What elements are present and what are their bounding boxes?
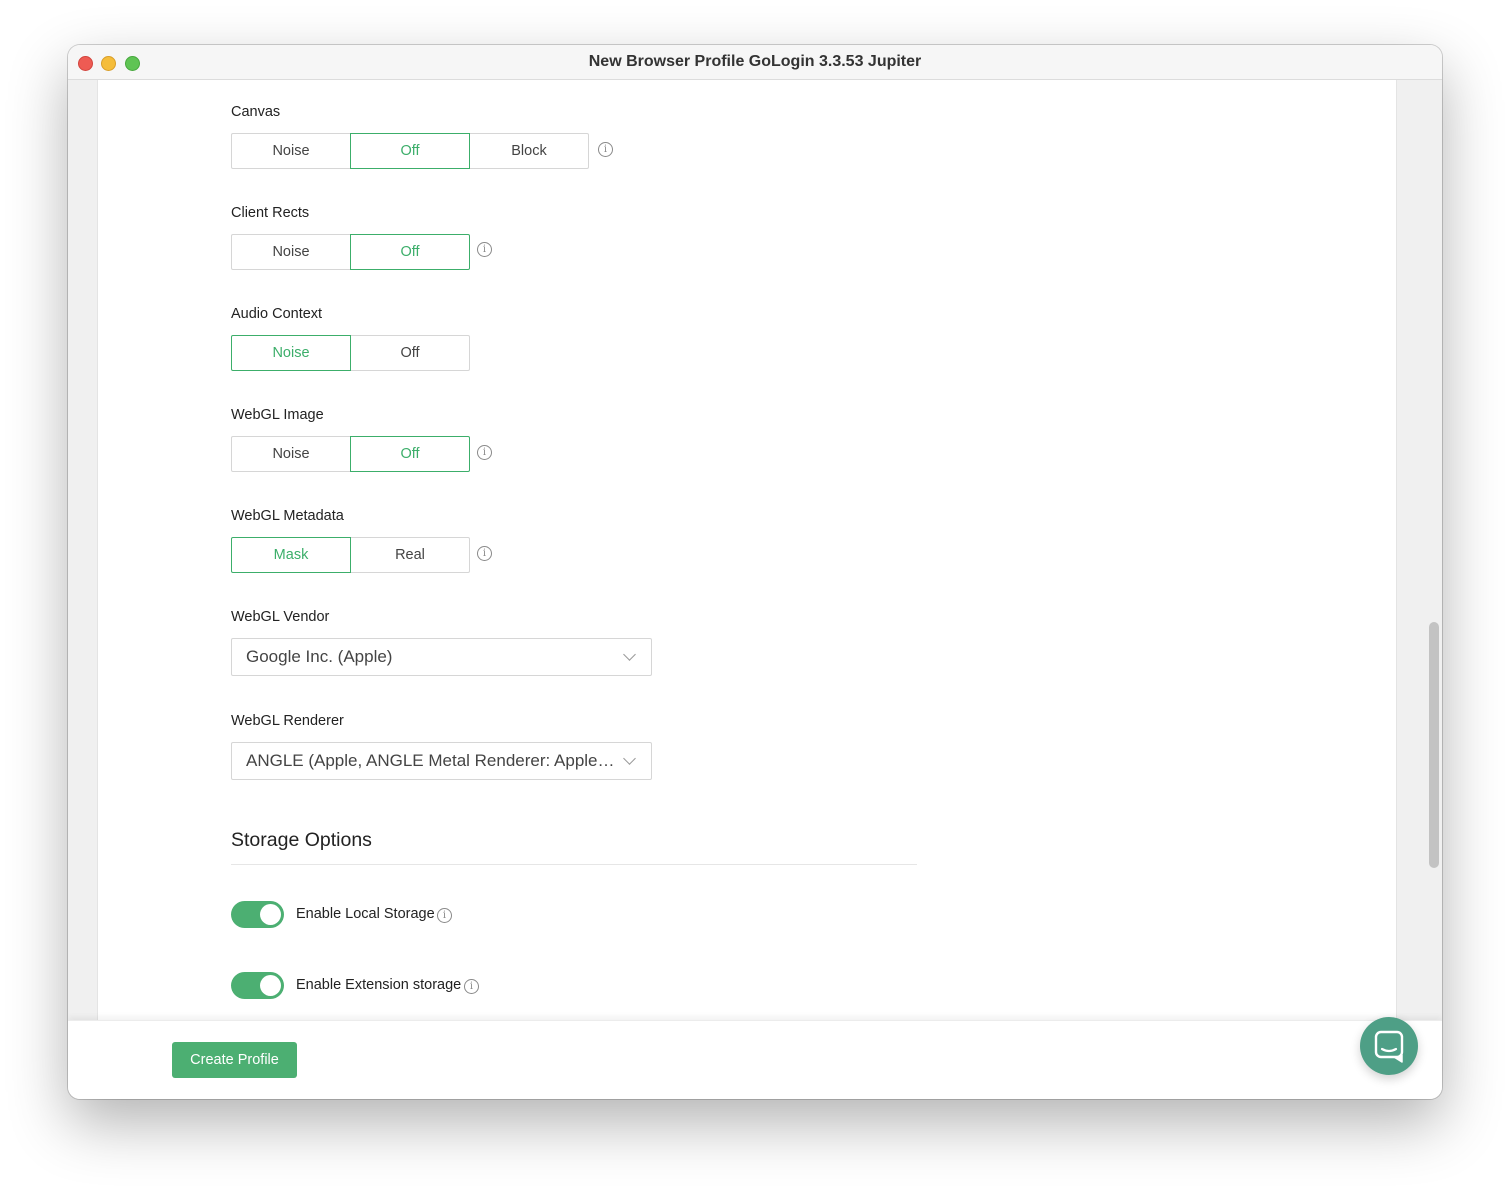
- webgl-image-segmented-control: Noise Off: [231, 436, 470, 472]
- canvas-label: Canvas: [231, 104, 281, 120]
- webgl-image-info-icon[interactable]: i: [477, 445, 492, 460]
- canvas-noise-option[interactable]: Noise: [231, 133, 351, 169]
- canvas-segmented-control: Noise Off Block: [231, 133, 589, 169]
- webgl-vendor-label: WebGL Vendor: [231, 609, 330, 625]
- app-window: New Browser Profile GoLogin 3.3.53 Jupit…: [68, 45, 1442, 1099]
- webgl-renderer-select[interactable]: ANGLE (Apple, ANGLE Metal Renderer: Appl…: [231, 742, 652, 780]
- extension-storage-toggle[interactable]: [231, 972, 284, 999]
- title-bar: New Browser Profile GoLogin 3.3.53 Jupit…: [68, 45, 1442, 80]
- canvas-info-icon[interactable]: i: [598, 142, 613, 157]
- canvas-block-option[interactable]: Block: [469, 133, 589, 169]
- window-title: New Browser Profile GoLogin 3.3.53 Jupit…: [588, 53, 922, 70]
- webgl-vendor-select[interactable]: Google Inc. (Apple): [231, 638, 652, 676]
- extension-storage-label: Enable Extension storage: [296, 977, 462, 993]
- webgl-renderer-value: ANGLE (Apple, ANGLE Metal Renderer: Appl…: [246, 751, 615, 770]
- chevron-down-icon: [623, 648, 636, 661]
- audio-context-label: Audio Context: [231, 306, 323, 322]
- webgl-vendor-value: Google Inc. (Apple): [246, 647, 393, 666]
- scroll-content: Canvas Noise Off Block i Client Rects No…: [68, 80, 1442, 1020]
- canvas-off-option[interactable]: Off: [350, 133, 470, 169]
- webgl-image-noise-option[interactable]: Noise: [231, 436, 351, 472]
- section-divider: [231, 864, 917, 865]
- webgl-metadata-segmented-control: Mask Real: [231, 537, 470, 573]
- local-storage-info-icon[interactable]: i: [437, 908, 452, 923]
- webgl-renderer-label: WebGL Renderer: [231, 713, 344, 729]
- audio-context-segmented-control: Noise Off: [231, 335, 470, 371]
- audio-context-off-option[interactable]: Off: [350, 335, 470, 371]
- webgl-metadata-info-icon[interactable]: i: [477, 546, 492, 561]
- client-rects-info-icon[interactable]: i: [477, 242, 492, 257]
- footer-bar: Create Profile: [68, 1020, 1442, 1099]
- local-storage-label: Enable Local Storage: [296, 906, 435, 922]
- form-panel: Canvas Noise Off Block i Client Rects No…: [97, 80, 1397, 1020]
- chat-icon: [1374, 1030, 1404, 1063]
- toggle-knob: [260, 975, 281, 996]
- audio-context-noise-option[interactable]: Noise: [231, 335, 351, 371]
- webgl-metadata-mask-option[interactable]: Mask: [231, 537, 351, 573]
- chat-support-button[interactable]: [1360, 1017, 1418, 1075]
- scrollbar[interactable]: [1426, 80, 1442, 1020]
- extension-storage-info-icon[interactable]: i: [464, 979, 479, 994]
- client-rects-noise-option[interactable]: Noise: [231, 234, 351, 270]
- storage-options-heading: Storage Options: [231, 829, 372, 851]
- webgl-image-label: WebGL Image: [231, 407, 324, 423]
- client-rects-off-option[interactable]: Off: [350, 234, 470, 270]
- create-profile-button[interactable]: Create Profile: [172, 1042, 297, 1078]
- scrollbar-thumb[interactable]: [1429, 622, 1439, 868]
- chevron-down-icon: [623, 752, 636, 765]
- webgl-image-off-option[interactable]: Off: [350, 436, 470, 472]
- webgl-metadata-label: WebGL Metadata: [231, 508, 344, 524]
- webgl-metadata-real-option[interactable]: Real: [350, 537, 470, 573]
- client-rects-label: Client Rects: [231, 205, 310, 221]
- local-storage-toggle[interactable]: [231, 901, 284, 928]
- toggle-knob: [260, 904, 281, 925]
- client-rects-segmented-control: Noise Off: [231, 234, 470, 270]
